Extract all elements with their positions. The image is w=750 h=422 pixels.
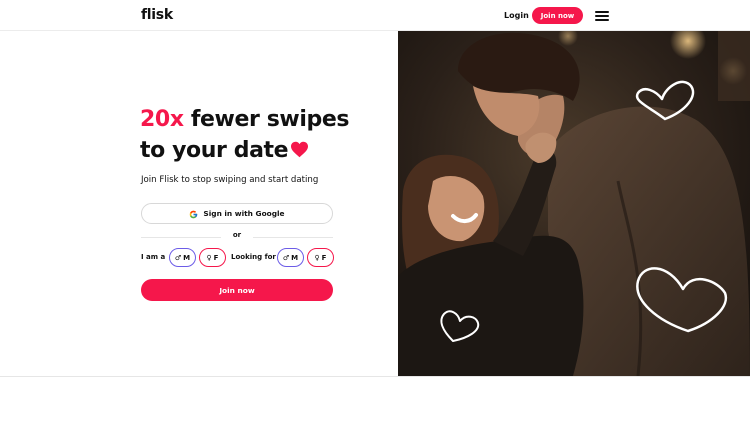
looking-for-male-label: M xyxy=(291,253,299,262)
logo[interactable]: flisk xyxy=(141,7,173,23)
heart-icon xyxy=(290,136,309,167)
headline-line2: to your date xyxy=(140,138,289,163)
i-am-female-option[interactable]: ♀ F xyxy=(199,248,226,267)
site-header: flisk Login Join now xyxy=(0,0,750,31)
or-separator: or xyxy=(232,231,242,239)
google-signin-button[interactable]: Sign in with Google xyxy=(141,203,333,224)
google-icon xyxy=(189,204,198,223)
female-symbol-icon: ♀ xyxy=(314,253,320,262)
hamburger-menu-icon[interactable] xyxy=(594,10,610,21)
female-symbol-icon: ♀ xyxy=(206,253,212,262)
section-divider xyxy=(0,376,750,377)
i-am-male-option[interactable]: ♂ M xyxy=(169,248,196,267)
hero-photo-couple xyxy=(398,31,750,376)
headline-rest: fewer swipes xyxy=(183,107,350,132)
hero-subtitle: Join Flisk to stop swiping and start dat… xyxy=(141,175,319,185)
login-link[interactable]: Login xyxy=(504,11,529,20)
headline-accent: 20x xyxy=(140,107,184,132)
divider-right xyxy=(253,237,333,238)
i-am-male-label: M xyxy=(183,253,191,262)
looking-for-label: Looking for xyxy=(231,253,276,261)
join-now-button[interactable]: Join now xyxy=(141,279,333,301)
male-symbol-icon: ♂ xyxy=(282,253,290,262)
looking-for-female-label: F xyxy=(321,253,327,262)
hero-headline: 20x fewer swipes to your date xyxy=(140,104,349,167)
google-signin-label: Sign in with Google xyxy=(203,209,285,218)
i-am-label: I am a xyxy=(141,253,166,261)
i-am-female-label: F xyxy=(213,253,219,262)
looking-for-male-option[interactable]: ♂ M xyxy=(277,248,304,267)
header-join-button[interactable]: Join now xyxy=(532,7,583,24)
looking-for-female-option[interactable]: ♀ F xyxy=(307,248,334,267)
male-symbol-icon: ♂ xyxy=(174,253,182,262)
divider-left xyxy=(141,237,221,238)
